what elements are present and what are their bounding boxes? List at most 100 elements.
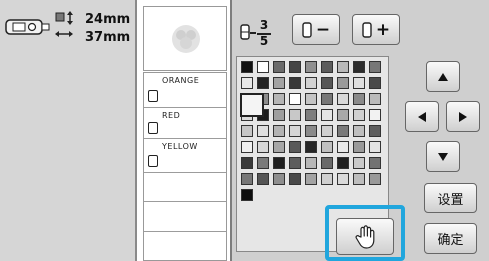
settings-button[interactable]: 设置 [424,183,477,213]
color-cell[interactable] [257,141,269,153]
color-cell[interactable] [369,61,381,73]
color-cell[interactable] [305,93,317,105]
color-cell[interactable] [305,125,317,137]
color-cell[interactable] [369,141,381,153]
color-cell[interactable] [369,77,381,89]
color-cell[interactable] [305,109,317,121]
color-name: RED [162,111,181,120]
color-cell[interactable] [337,93,349,105]
arrow-right-button[interactable] [446,101,480,132]
list-item[interactable]: YELLOW [144,139,226,172]
color-cell[interactable] [353,93,365,105]
color-name: ORANGE [162,76,200,85]
pattern-preview-icon [172,25,200,53]
embroidery-frame-icon [5,19,50,35]
color-cell[interactable] [369,173,381,185]
thread-spool-icon [148,155,158,167]
color-cell[interactable] [321,173,333,185]
color-cell[interactable] [337,109,349,121]
color-cell[interactable] [321,157,333,169]
thread-plus-button[interactable]: + [352,14,400,45]
color-cell[interactable] [369,157,381,169]
color-cell[interactable] [369,109,381,121]
color-cell[interactable] [273,109,285,121]
color-cell[interactable] [289,61,301,73]
color-cell[interactable] [353,109,365,121]
arrow-right-icon [459,111,467,122]
color-cell[interactable] [321,77,333,89]
color-cell[interactable] [273,61,285,73]
color-cell[interactable] [241,157,253,169]
color-cell[interactable] [273,173,285,185]
color-cell[interactable] [337,157,349,169]
thread-color-list[interactable]: ORANGE RED YELLOW [143,72,227,261]
color-cell[interactable] [289,173,301,185]
list-item[interactable]: RED [144,108,226,138]
divider [144,201,226,202]
arrow-left-button[interactable] [405,101,439,132]
hand-tool-button[interactable] [336,218,394,255]
color-cell[interactable] [337,77,349,89]
color-cell[interactable] [353,61,365,73]
settings-label: 设置 [437,192,464,208]
list-item[interactable]: ORANGE [144,73,226,107]
divider [144,231,226,232]
color-cell[interactable] [305,173,317,185]
color-cell[interactable] [273,93,285,105]
color-cell[interactable] [273,141,285,153]
color-cell[interactable] [289,77,301,89]
color-cell[interactable] [337,61,349,73]
color-cell[interactable] [321,125,333,137]
color-cell[interactable] [305,157,317,169]
color-cell[interactable] [273,77,285,89]
color-cell[interactable] [289,125,301,137]
color-cell[interactable] [257,61,269,73]
color-cell[interactable] [321,109,333,121]
color-cell[interactable] [305,61,317,73]
color-cell[interactable] [353,157,365,169]
confirm-label: 确定 [437,233,464,248]
color-cell[interactable] [337,125,349,137]
ratio-numerator: 3 [259,18,269,32]
color-cell[interactable] [353,125,365,137]
color-cell[interactable] [321,93,333,105]
hand-pointer-icon [355,224,375,249]
color-cell[interactable] [241,173,253,185]
color-cell[interactable] [337,173,349,185]
color-cell[interactable] [273,157,285,169]
size-arrows-icon [55,11,73,37]
arrow-up-icon [438,72,448,81]
color-cell[interactable] [289,141,301,153]
color-cell[interactable] [369,93,381,105]
color-cell[interactable] [369,125,381,137]
color-cell[interactable] [353,173,365,185]
thread-spool-icon [148,90,158,102]
current-color-cursor[interactable] [240,93,264,117]
color-cell[interactable] [289,109,301,121]
color-cell[interactable] [289,157,301,169]
color-cell[interactable] [305,141,317,153]
color-cell[interactable] [257,77,269,89]
color-cell[interactable] [337,141,349,153]
color-cell[interactable] [241,77,253,89]
color-cell[interactable] [257,173,269,185]
arrow-up-button[interactable] [426,61,460,92]
color-cell[interactable] [241,61,253,73]
color-cell[interactable] [241,141,253,153]
thread-minus-button[interactable]: − [292,14,340,45]
color-cell[interactable] [273,125,285,137]
color-cell[interactable] [289,93,301,105]
color-cell[interactable] [321,141,333,153]
color-cell[interactable] [241,125,253,137]
color-cell[interactable] [321,61,333,73]
color-cell[interactable] [257,125,269,137]
arrow-down-button[interactable] [426,141,460,172]
minus-symbol: − [315,19,331,40]
color-cell[interactable] [353,77,365,89]
color-cell[interactable] [353,141,365,153]
color-cell[interactable] [305,77,317,89]
color-cell[interactable] [257,157,269,169]
thread-spool-icon [240,24,250,40]
color-cell[interactable] [241,189,253,201]
confirm-button[interactable]: 确定 [424,223,477,254]
